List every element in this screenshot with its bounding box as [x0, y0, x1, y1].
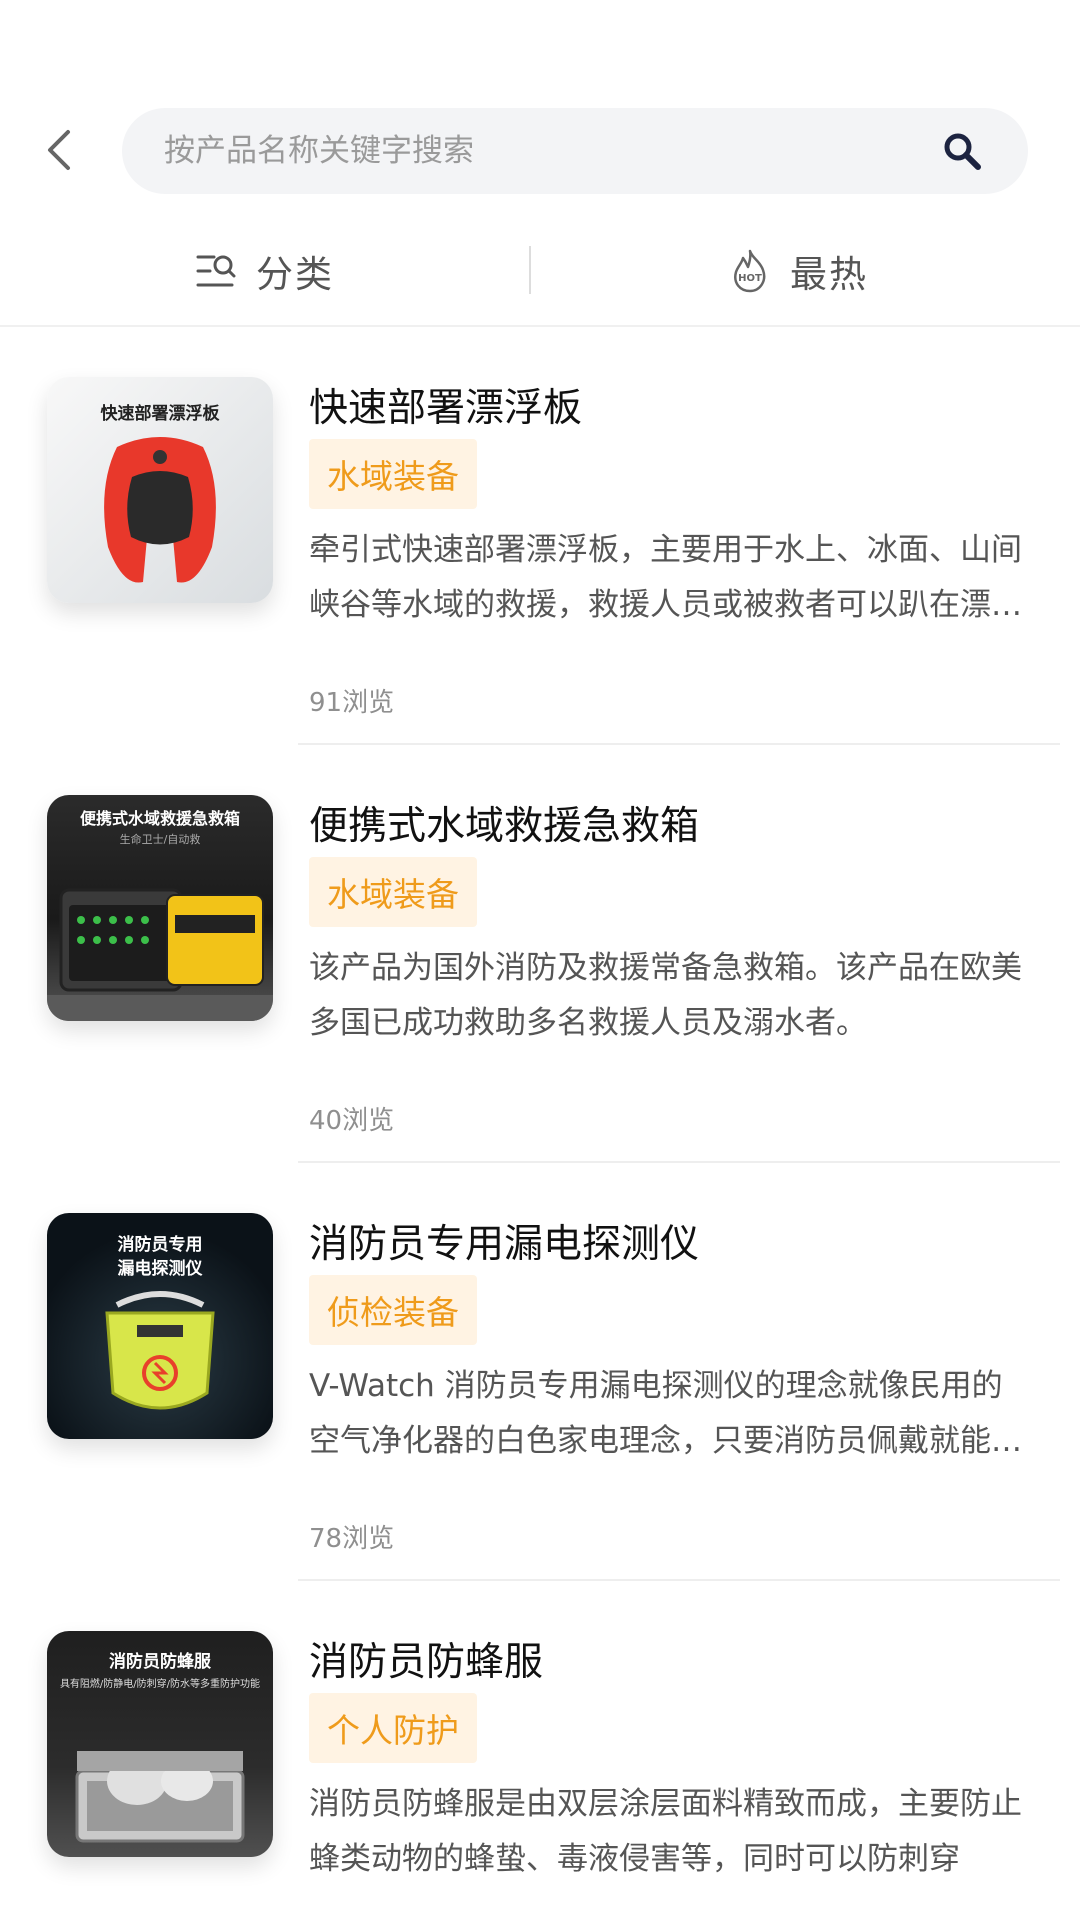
rescue-case-image	[47, 888, 273, 1021]
view-count: 91浏览	[309, 688, 395, 718]
filter-tabs: 分类 HOT 最热	[0, 226, 1080, 316]
search-input[interactable]	[164, 108, 924, 194]
header	[0, 108, 1080, 194]
product-thumbnail: 快速部署漂浮板	[47, 377, 273, 603]
bee-suit-case-image	[75, 1751, 245, 1843]
tab-divider	[529, 246, 531, 294]
product-list-page: 分类 HOT 最热 快速部署漂浮板 快速部署漂浮板 水域装备	[0, 0, 1080, 1920]
product-title: 便携式水域救援急救箱	[309, 804, 700, 849]
product-item[interactable]: 快速部署漂浮板 快速部署漂浮板 水域装备 牵引式快速部署漂浮板，主要用于水上、冰…	[0, 327, 1080, 745]
category-tag: 水域装备	[309, 857, 477, 927]
tab-category[interactable]: 分类	[196, 226, 334, 316]
product-thumbnail: 消防员专用 漏电探测仪	[47, 1213, 273, 1439]
product-list: 快速部署漂浮板 快速部署漂浮板 水域装备 牵引式快速部署漂浮板，主要用于水上、冰…	[0, 327, 1080, 1920]
product-title: 消防员防蜂服	[309, 1640, 544, 1685]
category-icon	[196, 255, 236, 287]
search-icon[interactable]	[942, 131, 982, 171]
product-item[interactable]: 消防员专用 漏电探测仪 消防员专用漏电探测仪 侦检装备 V-Watch 消防员专…	[0, 1163, 1080, 1581]
product-thumbnail: 消防员防蜂服 具有阻燃/防静电/防刺穿/防水等多重防护功能	[47, 1631, 273, 1857]
chevron-left-icon	[48, 130, 70, 170]
category-tag: 水域装备	[309, 439, 477, 509]
product-description: 该产品为国外消防及救援常备急救箱。该产品在欧美多国已成功救助多名救援人员及溺水者…	[309, 950, 1022, 1041]
back-button[interactable]	[36, 122, 80, 178]
tab-hot-label: 最热	[790, 253, 868, 296]
tab-hot[interactable]: HOT 最热	[730, 226, 868, 316]
view-count: 78浏览	[309, 1524, 395, 1554]
category-tag: 个人防护	[309, 1693, 477, 1763]
svg-text:HOT: HOT	[738, 273, 762, 284]
search-bar[interactable]	[122, 108, 1028, 194]
product-description: V-Watch 消防员专用漏电探测仪的理念就像民用的空气净化器的白色家电理念，只…	[309, 1368, 1022, 1459]
leak-detector-image	[105, 1291, 215, 1410]
view-count: 40浏览	[309, 1106, 395, 1136]
product-title: 快速部署漂浮板	[309, 386, 583, 431]
product-description: 消防员防蜂服是由双层涂层面料精致而成，主要防止蜂类动物的蜂蛰、毒液侵害等，同时可…	[309, 1786, 1022, 1877]
product-description: 牵引式快速部署漂浮板，主要用于水上、冰面、山间峡谷等水域的救援，救援人员或被救者…	[309, 532, 1022, 623]
category-tag: 侦检装备	[309, 1275, 477, 1345]
hot-flame-icon: HOT	[734, 249, 766, 293]
tab-category-label: 分类	[256, 253, 334, 296]
floating-board-image	[104, 437, 216, 583]
product-title: 消防员专用漏电探测仪	[309, 1222, 700, 1267]
product-thumbnail: 便携式水域救援急救箱 生命卫士/自动救	[47, 795, 273, 1021]
product-item[interactable]: 消防员防蜂服 具有阻燃/防静电/防刺穿/防水等多重防护功能 消防员防蜂服 个人防…	[0, 1581, 1080, 1920]
product-item[interactable]: 便携式水域救援急救箱 生命卫士/自动救 便携式水域救援急救箱 水域装备 该产品为…	[0, 745, 1080, 1163]
